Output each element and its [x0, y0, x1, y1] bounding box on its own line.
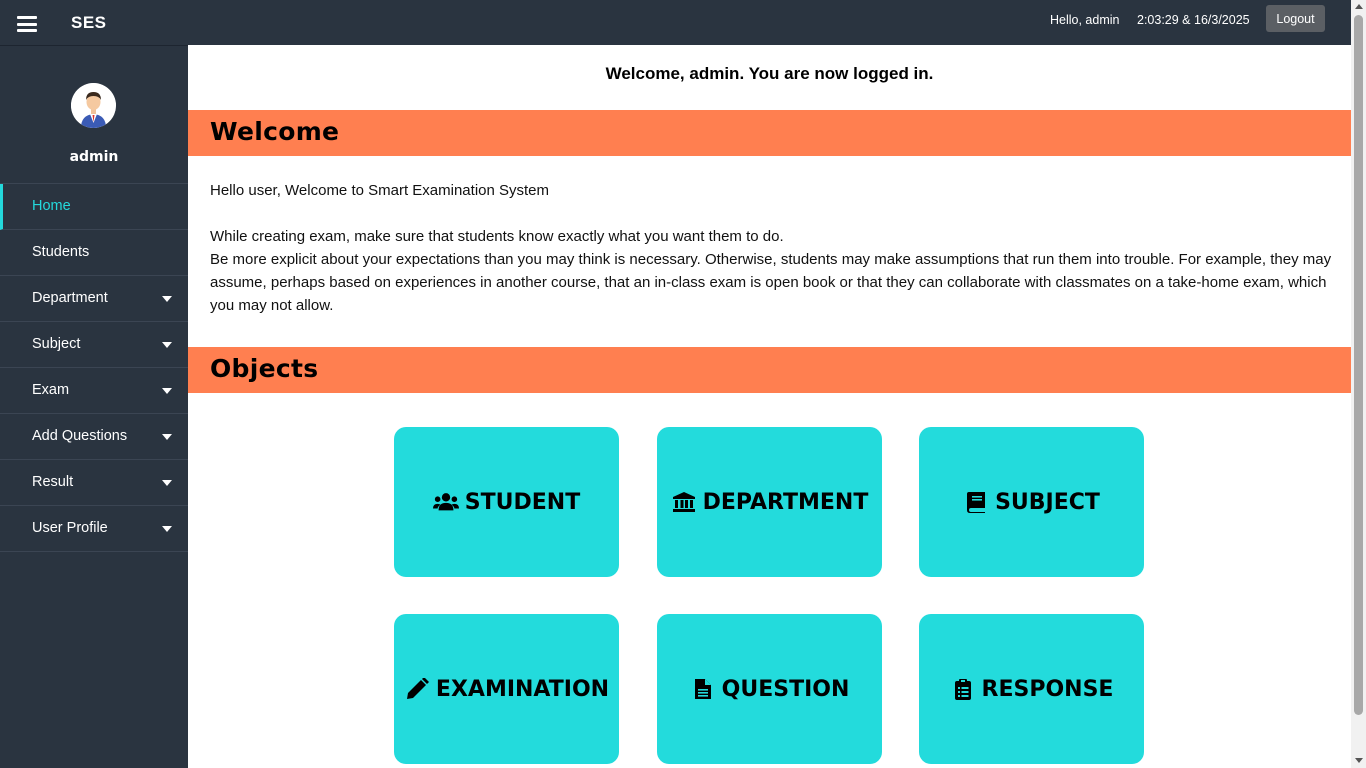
logout-button[interactable]: Logout [1266, 5, 1325, 32]
clipboard-icon [954, 679, 971, 700]
student-card[interactable]: STUDENT [394, 427, 619, 577]
scroll-down-icon[interactable] [1355, 758, 1363, 763]
caret-down-icon [162, 342, 172, 348]
caret-down-icon [162, 388, 172, 394]
caret-down-icon [162, 434, 172, 440]
sidebar-item-label: Department [32, 290, 108, 306]
sidebar-item-department[interactable]: Department [0, 276, 188, 322]
question-card[interactable]: QUESTION [657, 614, 882, 764]
response-card[interactable]: RESPONSE [919, 614, 1144, 764]
sidebar-item-label: Students [32, 244, 90, 260]
profile-section: admin [0, 46, 188, 184]
sidebar: admin Home Students Department Subject E… [0, 45, 188, 768]
sidebar-item-subject[interactable]: Subject [0, 322, 188, 368]
profile-name: admin [69, 149, 119, 165]
subject-card[interactable]: SUBJECT [919, 427, 1144, 577]
bank-icon [672, 492, 695, 512]
user-greeting: Hello, admin [1050, 13, 1120, 27]
card-label: DEPARTMENT [702, 489, 869, 515]
scroll-thumb[interactable] [1354, 15, 1363, 715]
sidebar-item-label: Result [32, 474, 74, 490]
department-card[interactable]: DEPARTMENT [657, 427, 882, 577]
clock-display: 2:03:29 & 16/3/2025 [1137, 13, 1250, 27]
vertical-scrollbar[interactable] [1351, 0, 1366, 768]
sidebar-item-students[interactable]: Students [0, 230, 188, 276]
caret-down-icon [162, 526, 172, 532]
menu-icon[interactable] [17, 16, 37, 32]
users-icon [432, 493, 459, 511]
welcome-title: Welcome [210, 117, 340, 146]
sidebar-item-home[interactable]: Home [0, 184, 188, 230]
sidebar-item-label: User Profile [32, 520, 108, 536]
sidebar-item-label: Exam [32, 382, 70, 398]
caret-down-icon [162, 296, 172, 302]
scroll-up-icon[interactable] [1355, 4, 1363, 9]
paragraph-1: While creating exam, make sure that stud… [210, 228, 784, 245]
book-icon [967, 492, 986, 513]
login-message: Welcome, admin. You are now logged in. [605, 64, 934, 83]
objects-title: Objects [210, 354, 319, 383]
sidebar-item-label: Home [32, 198, 71, 214]
sidebar-item-result[interactable]: Result [0, 460, 188, 506]
card-label: STUDENT [464, 489, 581, 515]
card-label: EXAMINATION [435, 676, 610, 702]
sidebar-item-label: Add Questions [32, 428, 128, 444]
top-bar: SES Hello, admin 2:03:29 & 16/3/2025 Log… [0, 0, 1351, 45]
intro-text: Hello user, Welcome to Smart Examination… [210, 182, 550, 199]
sidebar-item-user-profile[interactable]: User Profile [0, 506, 188, 552]
objects-section-header: Objects [188, 347, 1351, 393]
brand-title: SES [71, 13, 107, 32]
sidebar-item-exam[interactable]: Exam [0, 368, 188, 414]
file-icon [694, 679, 711, 699]
main-content: Welcome, admin. You are now logged in. W… [188, 45, 1351, 768]
card-label: SUBJECT [995, 489, 1100, 515]
examination-card[interactable]: EXAMINATION [394, 614, 619, 764]
sidebar-item-add-questions[interactable]: Add Questions [0, 414, 188, 460]
card-label: QUESTION [721, 676, 850, 702]
card-label: RESPONSE [981, 676, 1114, 702]
pencil-icon [406, 678, 429, 699]
avatar [71, 83, 116, 128]
sidebar-item-label: Subject [32, 336, 81, 352]
caret-down-icon [162, 480, 172, 486]
paragraph-2: Be more explicit about your expectations… [210, 251, 1332, 314]
welcome-section-header: Welcome [188, 110, 1351, 156]
